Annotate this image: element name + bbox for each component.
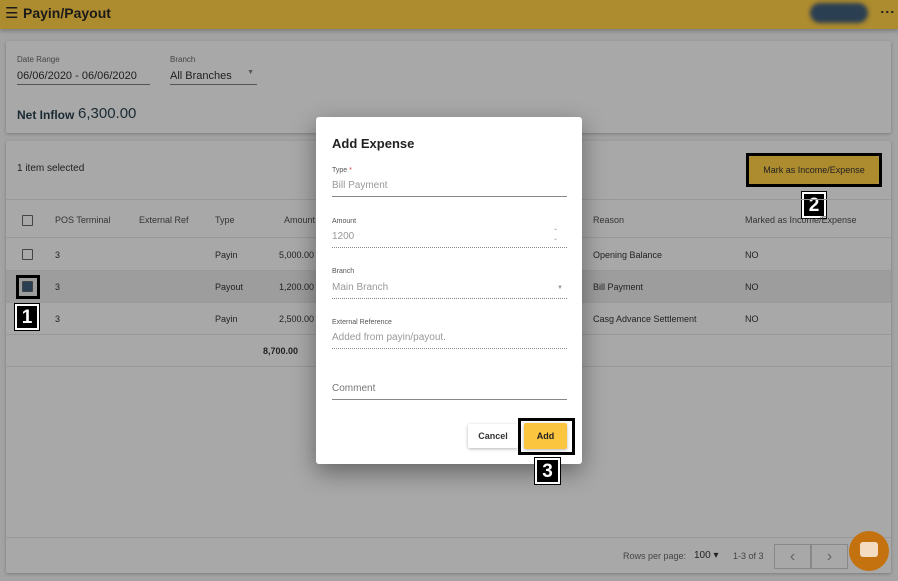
dropdown-arrow-icon: ▼	[557, 285, 563, 291]
total-amount: 8,700.00	[263, 346, 299, 356]
dialog-title: Add Expense	[332, 136, 415, 151]
row-checkbox[interactable]	[22, 249, 33, 260]
cell-reason: Bill Payment	[593, 282, 644, 292]
column-header-pos[interactable]: POS Terminal	[55, 215, 110, 225]
select-all-checkbox[interactable]	[22, 215, 33, 226]
selected-count: 1 item selected	[17, 163, 85, 174]
kebab-icon[interactable]: ⋮	[880, 5, 896, 19]
chat-icon	[860, 542, 878, 557]
cell-type: Payout	[215, 282, 244, 292]
cell-pos: 3	[55, 250, 61, 260]
chat-button[interactable]	[849, 531, 889, 571]
column-header-type[interactable]: Type	[215, 215, 235, 225]
date-range-input[interactable]: 06/06/2020 - 06/06/2020	[17, 66, 150, 85]
column-header-marked[interactable]: Marked as Income/Expense	[745, 215, 857, 225]
add-expense-dialog: Add Expense Type * Bill Payment Amount 1…	[316, 117, 582, 464]
rows-per-page-select[interactable]: 100 ▾	[694, 550, 719, 561]
annotation-highlight-1	[16, 275, 40, 299]
cell-amount: 1,200.00	[279, 282, 315, 292]
net-inflow-label: Net Inflow	[17, 108, 75, 122]
branch-label: Branch	[170, 55, 196, 64]
divider	[332, 399, 567, 400]
cell-type: Payin	[215, 314, 238, 324]
cell-reason: Casg Advance Settlement	[593, 314, 697, 324]
branch-select[interactable]: Main Branch	[332, 282, 388, 293]
amount-input[interactable]: 1200	[332, 231, 354, 242]
cell-pos: 3	[55, 282, 61, 292]
column-header-amount[interactable]: Amount	[284, 215, 315, 225]
chevron-right-icon: ›	[826, 548, 833, 565]
branch-label: Branch	[332, 268, 355, 275]
type-input[interactable]: Bill Payment	[332, 180, 388, 191]
divider	[332, 298, 567, 299]
cancel-button[interactable]: Cancel	[468, 424, 518, 448]
chevron-left-icon: ‹	[789, 548, 796, 565]
annotation-badge-1: 1	[14, 303, 40, 331]
cell-pos: 3	[55, 314, 61, 324]
cell-marked: NO	[745, 250, 759, 260]
rows-per-page-label: Rows per page:	[623, 551, 687, 561]
comment-input[interactable]: Comment	[332, 383, 375, 394]
prev-page-button[interactable]: ‹	[774, 544, 811, 569]
annotation-highlight-3	[518, 418, 575, 455]
divider	[6, 537, 891, 538]
date-range-label: Date Range	[17, 55, 60, 64]
next-page-button[interactable]: ›	[811, 544, 848, 569]
page-title: Payin/Payout	[23, 5, 111, 21]
divider	[332, 247, 567, 248]
amount-label: Amount	[332, 218, 357, 225]
cell-marked: NO	[745, 282, 759, 292]
hamburger-icon[interactable]: ☰	[5, 6, 18, 21]
cell-type: Payin	[215, 250, 238, 260]
annotation-badge-3: 3	[534, 457, 561, 485]
dropdown-arrow-icon: ▼	[247, 69, 254, 76]
column-header-reason[interactable]: Reason	[593, 215, 624, 225]
page-range: 1-3 of 3	[733, 551, 764, 561]
app-header: ☰ Payin/Payout ⋮	[0, 0, 898, 29]
net-inflow-value: 6,300.00	[78, 105, 137, 122]
divider	[332, 348, 567, 349]
cell-amount: 2,500.00	[279, 314, 315, 324]
cell-reason: Opening Balance	[593, 250, 663, 260]
column-header-ext-ref[interactable]: External Ref	[139, 215, 189, 225]
branch-select[interactable]: All Branches ▼	[170, 66, 257, 85]
number-stepper-icon[interactable]: ⌃ ⌄	[553, 229, 558, 243]
external-reference-input[interactable]: Added from payin/payout.	[332, 332, 446, 343]
cell-amount: 5,000.00	[279, 250, 315, 260]
cell-marked: NO	[745, 314, 759, 324]
divider	[332, 196, 567, 197]
user-button[interactable]	[810, 3, 868, 23]
external-reference-label: External Reference	[332, 319, 392, 326]
annotation-highlight-2	[746, 153, 882, 187]
type-label: Type *	[332, 167, 352, 174]
